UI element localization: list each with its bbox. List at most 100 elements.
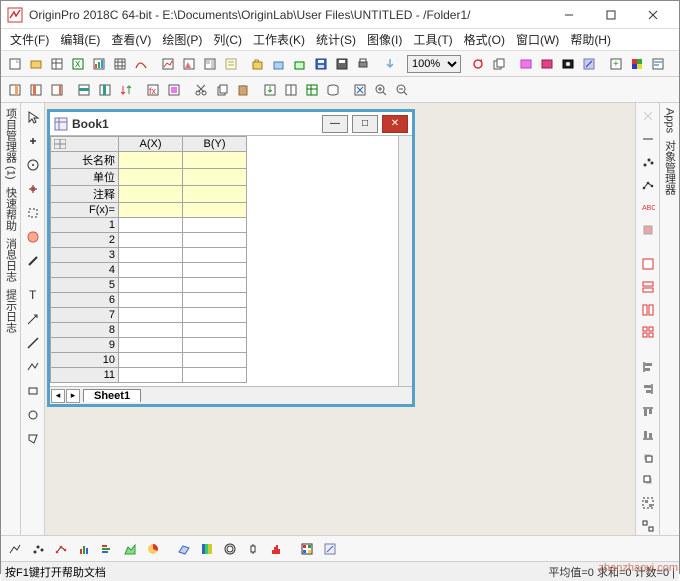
panel-quick-help[interactable]: 快速帮助 bbox=[3, 187, 19, 231]
plot-line-button[interactable] bbox=[5, 539, 25, 559]
panel-project-explorer[interactable]: 项目管理器 (1) bbox=[3, 108, 19, 180]
plot-contour-button[interactable] bbox=[220, 539, 240, 559]
new-workbook-button[interactable] bbox=[47, 54, 67, 74]
layout4-tool[interactable] bbox=[638, 323, 658, 342]
data-reader-tool[interactable] bbox=[23, 179, 43, 199]
row-header[interactable]: 2 bbox=[51, 233, 119, 248]
align-left-tool[interactable] bbox=[638, 357, 658, 376]
plot-colormap-button[interactable] bbox=[197, 539, 217, 559]
duplicate-button[interactable] bbox=[489, 54, 509, 74]
plot-histogram-button[interactable] bbox=[266, 539, 286, 559]
draw-tool[interactable] bbox=[23, 251, 43, 271]
add-cols-button[interactable] bbox=[5, 80, 25, 100]
digitizer-button[interactable] bbox=[579, 54, 599, 74]
row-header[interactable]: 4 bbox=[51, 263, 119, 278]
front-tool[interactable] bbox=[638, 448, 658, 467]
panel-object-manager[interactable]: 对象管理器 bbox=[662, 140, 678, 195]
import-multi-button[interactable] bbox=[281, 80, 301, 100]
refresh-button[interactable] bbox=[468, 54, 488, 74]
pointer-tool[interactable] bbox=[23, 107, 43, 127]
group-tool[interactable] bbox=[638, 494, 658, 513]
layout1-tool[interactable] bbox=[638, 255, 658, 274]
row-header[interactable]: 7 bbox=[51, 308, 119, 323]
minimize-button[interactable] bbox=[549, 4, 589, 26]
zoom-in-button[interactable] bbox=[371, 80, 391, 100]
plot-pie-button[interactable] bbox=[143, 539, 163, 559]
sheet-tab[interactable]: Sheet1 bbox=[83, 389, 141, 402]
import-excel-button[interactable] bbox=[302, 80, 322, 100]
menu-file[interactable]: 文件(F) bbox=[5, 29, 54, 50]
panel-apps[interactable]: Apps bbox=[664, 108, 676, 133]
mask-tool[interactable] bbox=[23, 227, 43, 247]
rescale-button[interactable] bbox=[350, 80, 370, 100]
text-tool[interactable]: T bbox=[23, 285, 43, 305]
zoom-select[interactable]: 100% bbox=[407, 55, 461, 73]
new-graph-button[interactable] bbox=[89, 54, 109, 74]
open-excel-button[interactable] bbox=[290, 54, 310, 74]
row-units[interactable]: 单位 bbox=[51, 169, 119, 186]
new-layout-button[interactable] bbox=[200, 54, 220, 74]
menu-window[interactable]: 窗口(W) bbox=[511, 29, 564, 50]
row-header[interactable]: 3 bbox=[51, 248, 119, 263]
template2-button[interactable] bbox=[320, 539, 340, 559]
save-template-button[interactable] bbox=[332, 54, 352, 74]
template-lib-button[interactable] bbox=[297, 539, 317, 559]
row-header[interactable]: 5 bbox=[51, 278, 119, 293]
plot-surface-button[interactable] bbox=[174, 539, 194, 559]
grid-corner[interactable] bbox=[51, 137, 119, 152]
paste-button[interactable] bbox=[233, 80, 253, 100]
workbook-close-button[interactable]: ✕ bbox=[382, 115, 408, 133]
back-tool[interactable] bbox=[638, 471, 658, 490]
new-matrix-button[interactable] bbox=[110, 54, 130, 74]
workbook-maximize-button[interactable]: □ bbox=[352, 115, 378, 133]
col-script-button[interactable] bbox=[164, 80, 184, 100]
line-scatter-tool[interactable] bbox=[638, 175, 658, 194]
new-3dplot-button[interactable] bbox=[179, 54, 199, 74]
sheet-nav-prev[interactable]: ◂ bbox=[51, 389, 65, 403]
row-header[interactable]: 6 bbox=[51, 293, 119, 308]
menu-tools[interactable]: 工具(T) bbox=[408, 29, 457, 50]
plot-column-button[interactable] bbox=[74, 539, 94, 559]
row-header[interactable]: 11 bbox=[51, 368, 119, 383]
menu-format[interactable]: 格式(O) bbox=[459, 29, 510, 50]
worksheet-grid[interactable]: A(X) B(Y) 长名称 单位 注释 F(x)= 1 2 3 4 5 6 bbox=[50, 136, 247, 383]
slide-button[interactable] bbox=[516, 54, 536, 74]
selection-tool[interactable] bbox=[23, 203, 43, 223]
cut-button[interactable] bbox=[191, 80, 211, 100]
plot-area-button[interactable] bbox=[120, 539, 140, 559]
graph-tool-1[interactable] bbox=[638, 107, 658, 126]
rect-tool[interactable] bbox=[23, 381, 43, 401]
import-db-button[interactable] bbox=[323, 80, 343, 100]
close-button[interactable] bbox=[633, 4, 673, 26]
copy-button[interactable] bbox=[212, 80, 232, 100]
ungroup-tool[interactable] bbox=[638, 516, 658, 535]
slide2-button[interactable] bbox=[537, 54, 557, 74]
zoom-tool[interactable] bbox=[23, 131, 43, 151]
row-fx[interactable]: F(x)= bbox=[51, 203, 119, 218]
palette-button[interactable] bbox=[627, 54, 647, 74]
add-plot-button[interactable]: + bbox=[606, 54, 626, 74]
row-header[interactable]: 1 bbox=[51, 218, 119, 233]
import-single-button[interactable] bbox=[260, 80, 280, 100]
sheet-nav-next[interactable]: ▸ bbox=[66, 389, 80, 403]
menu-help[interactable]: 帮助(H) bbox=[565, 29, 616, 50]
menu-view[interactable]: 查看(V) bbox=[106, 29, 156, 50]
layout3-tool[interactable] bbox=[638, 300, 658, 319]
print-button[interactable] bbox=[353, 54, 373, 74]
align-bottom-tool[interactable] bbox=[638, 425, 658, 444]
panel-hint-log[interactable]: 提示日志 bbox=[3, 289, 19, 333]
menu-column[interactable]: 列(C) bbox=[208, 29, 247, 50]
open-template-button[interactable] bbox=[269, 54, 289, 74]
col-stats-button[interactable] bbox=[95, 80, 115, 100]
arrow-tool[interactable] bbox=[23, 309, 43, 329]
menu-plot[interactable]: 绘图(P) bbox=[157, 29, 207, 50]
plot-box-button[interactable] bbox=[243, 539, 263, 559]
add-col-right-button[interactable] bbox=[47, 80, 67, 100]
row-header[interactable]: 10 bbox=[51, 353, 119, 368]
maximize-button[interactable] bbox=[591, 4, 631, 26]
col-header-b[interactable]: B(Y) bbox=[183, 137, 247, 152]
line-style-tool[interactable] bbox=[638, 130, 658, 149]
zoom-out-button[interactable] bbox=[392, 80, 412, 100]
align-top-tool[interactable] bbox=[638, 403, 658, 422]
new-excel-button[interactable]: X bbox=[68, 54, 88, 74]
